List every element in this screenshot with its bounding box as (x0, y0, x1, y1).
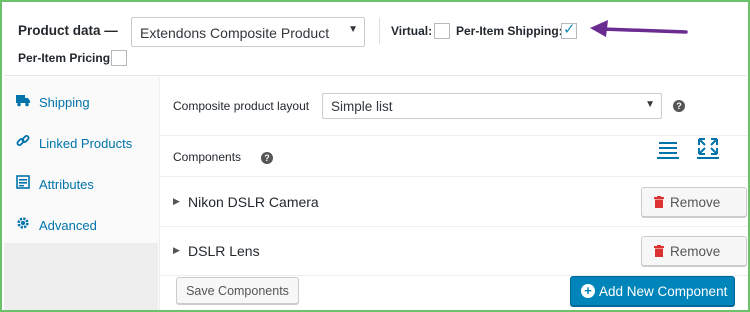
layout-select[interactable]: Simple list ▼ (322, 93, 662, 119)
layout-row: Composite product layout Simple list ▼ ? (160, 77, 748, 136)
sidebar-filler (4, 243, 158, 310)
gear-icon (17, 217, 29, 229)
help-icon[interactable]: ? (673, 100, 685, 112)
truck-icon (16, 95, 30, 107)
sidebar-item-advanced[interactable]: Advanced (4, 204, 158, 244)
sidebar-item-label: Linked Products (39, 136, 133, 151)
sidebar-item-label: Shipping (39, 95, 90, 110)
remove-button[interactable]: Remove (641, 236, 747, 266)
per-item-pricing-label: Per-Item Pricing: (18, 51, 115, 65)
components-label: Components (173, 150, 242, 164)
chevron-down-icon: ▼ (645, 99, 655, 110)
sidebar-item-label: Advanced (39, 218, 97, 233)
expand-icon[interactable] (697, 137, 719, 159)
caret-right-icon[interactable]: ▶ (173, 245, 180, 256)
sidebar-item-shipping[interactable]: Shipping (4, 81, 158, 121)
add-new-component-button[interactable]: + Add New Component (570, 276, 735, 306)
remove-label: Remove (670, 195, 721, 210)
layout-value: Simple list (331, 99, 393, 114)
product-data-header: Product data — Extendons Composite Produ… (4, 4, 746, 76)
product-type-select[interactable]: Extendons Composite Product ▼ (131, 17, 365, 47)
chevron-down-icon: ▼ (348, 24, 358, 35)
caret-right-icon[interactable]: ▶ (173, 196, 180, 207)
list-icon (16, 175, 30, 189)
per-item-shipping-label: Per-Item Shipping: (456, 24, 563, 38)
divider (379, 18, 380, 44)
virtual-checkbox[interactable] (434, 23, 450, 39)
annotation-arrow-icon (590, 20, 688, 37)
list-view-icon[interactable] (657, 137, 679, 159)
per-item-pricing-checkbox[interactable] (111, 50, 127, 66)
screenshot-frame: Product data — Extendons Composite Produ… (0, 0, 750, 312)
remove-label: Remove (670, 244, 721, 259)
product-data-title: Product data — (18, 23, 118, 38)
component-name: Nikon DSLR Camera (188, 194, 319, 210)
sidebar-item-label: Attributes (39, 177, 94, 192)
trash-icon (654, 196, 664, 208)
product-data-tabs: Shipping Linked Products Attributes Adva… (4, 77, 160, 310)
components-header: Components ? (160, 137, 748, 177)
sidebar-item-attributes[interactable]: Attributes (4, 163, 158, 203)
list-item[interactable]: ▶ Nikon DSLR Camera Remove (160, 178, 748, 227)
link-icon (16, 135, 30, 146)
save-components-label: Save Components (186, 284, 289, 298)
list-item[interactable]: ▶ DSLR Lens Remove (160, 227, 748, 276)
add-new-component-label: Add New Component (599, 284, 728, 299)
remove-button[interactable]: Remove (641, 187, 747, 217)
component-name: DSLR Lens (188, 243, 260, 259)
trash-icon (654, 245, 664, 257)
virtual-label: Virtual: (391, 24, 433, 38)
save-components-button[interactable]: Save Components (176, 277, 299, 304)
plus-circle-icon: + (581, 284, 595, 298)
layout-label: Composite product layout (173, 99, 310, 113)
help-icon[interactable]: ? (261, 152, 273, 164)
checkmark-icon: ✓ (563, 21, 576, 38)
composite-panel: Composite product layout Simple list ▼ ?… (160, 77, 748, 310)
sidebar-item-linked-products[interactable]: Linked Products (4, 122, 158, 162)
per-item-shipping-checkbox[interactable]: ✓ (561, 21, 577, 39)
product-type-value: Extendons Composite Product (140, 25, 330, 41)
